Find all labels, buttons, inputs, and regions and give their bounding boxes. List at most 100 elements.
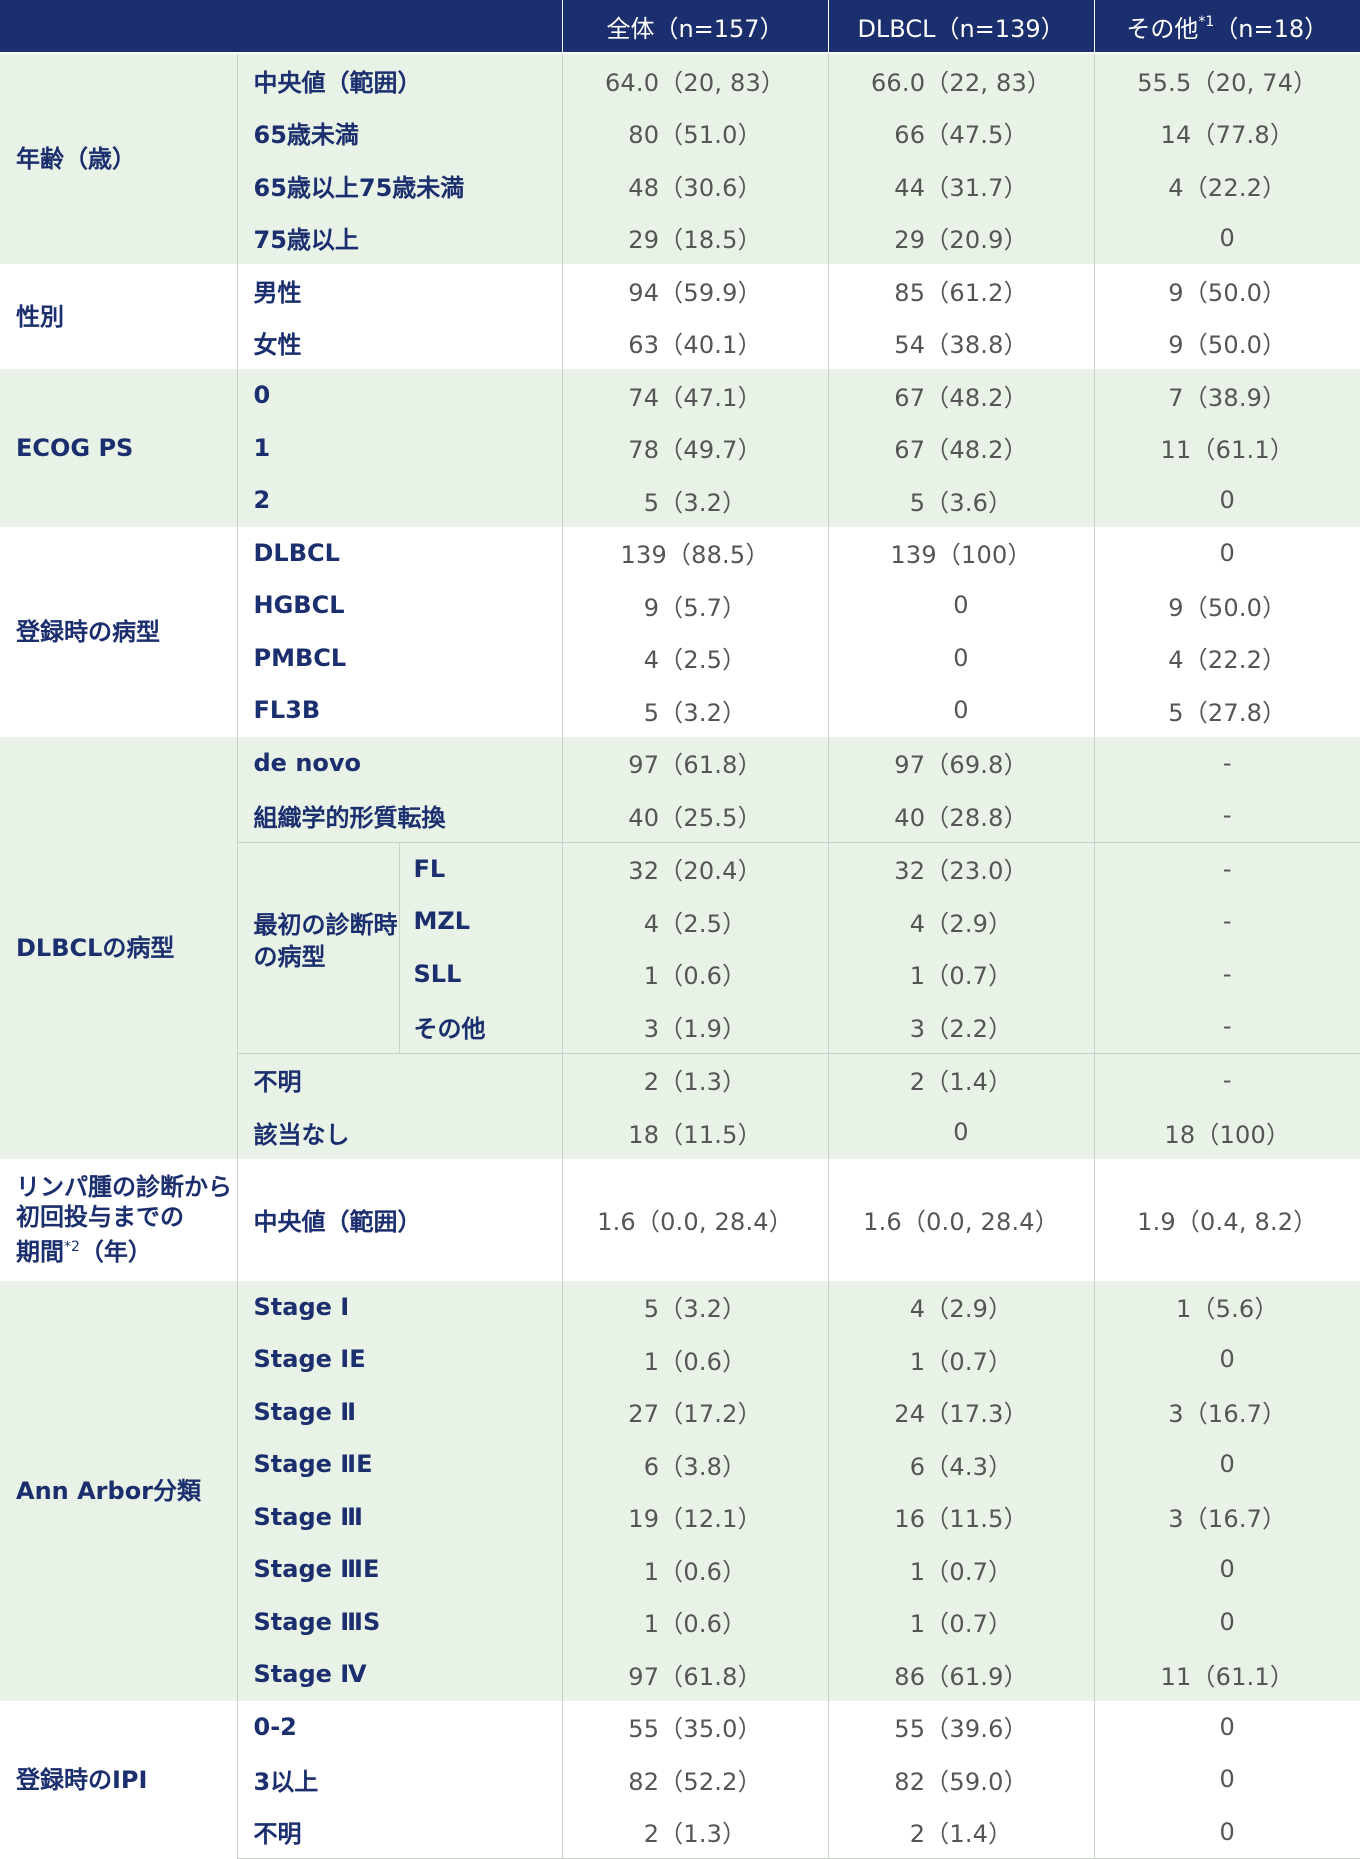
value-dlbcl: 2（1.4） [827,1052,1095,1106]
category-age: 年齢（歳） [0,53,237,264]
value-all: 74（47.1） [561,369,829,422]
value-dlbcl: 0 [827,1106,1095,1159]
row-label: Stage ⅠE [236,1333,563,1386]
row-label: 不明 [236,1052,563,1106]
row-label: その他 [398,1000,563,1053]
value-all: 27（17.2） [561,1385,829,1438]
row-label: 3以上 [236,1753,563,1806]
value-all: 55（35.0） [561,1700,829,1753]
row-label: 中央値（範囲） [236,53,563,107]
value-all: 97（61.8） [561,736,829,789]
row-label: Stage Ⅱ [236,1385,563,1438]
value-other: 11（61.1） [1093,1648,1360,1701]
value-all: 80（51.0） [561,106,829,159]
value-all: 9（5.7） [561,579,829,632]
value-dlbcl: 4（2.9） [827,895,1095,948]
row-label: Stage Ⅳ [236,1648,563,1701]
value-dlbcl: 0 [827,579,1095,632]
value-dlbcl: 66（47.5） [827,106,1095,159]
value-all: 97（61.8） [561,1648,829,1701]
row-label: PMBCL [236,631,563,684]
row-label: 中央値（範囲） [236,1158,563,1281]
row-label: MZL [398,895,563,948]
row-label: SLL [398,947,563,1000]
footnote-mark-2: *2 [64,1239,80,1255]
row-label: FL [398,841,563,895]
value-all: 63（40.1） [561,316,829,369]
value-other: 0 [1093,1543,1360,1596]
value-dlbcl: 2（1.4） [827,1805,1095,1859]
value-dlbcl: 67（48.2） [827,369,1095,422]
value-all: 5（3.2） [561,474,829,527]
value-dlbcl: 6（4.3） [827,1438,1095,1491]
row-label: 0-2 [236,1700,563,1753]
interval-label-line3-suffix: （年） [79,1238,152,1266]
value-dlbcl: 1（0.7） [827,1595,1095,1648]
category-histology: 登録時の病型 [0,526,237,737]
value-other: 9（50.0） [1093,264,1360,317]
value-other: 55.5（20, 74） [1093,53,1360,107]
row-label: de novo [236,736,563,789]
row-label: 65歳以上75歳未満 [236,159,563,212]
row-label: Stage Ⅰ [236,1280,563,1333]
table-row: 年齢（歳） 中央値（範囲） 64.0（20, 83） 66.0（22, 83） … [0,53,1360,264]
value-other: 0 [1093,1438,1360,1491]
value-other: - [1093,736,1360,789]
row-label: HGBCL [236,579,563,632]
value-all: 40（25.5） [561,789,829,842]
value-other: - [1093,841,1360,895]
row-label: Stage ⅢE [236,1543,563,1596]
row-label: 該当なし [236,1106,563,1159]
value-other: - [1093,1052,1360,1106]
value-other: 3（16.7） [1093,1385,1360,1438]
value-other: 0 [1093,1333,1360,1386]
row-label: 1 [236,421,563,474]
value-all: 1（0.6） [561,1595,829,1648]
value-other: 14（77.8） [1093,106,1360,159]
value-all: 1（0.6） [561,1333,829,1386]
category-sex: 性別 [0,264,237,369]
value-dlbcl: 97（69.8） [827,736,1095,789]
value-dlbcl: 5（3.6） [827,474,1095,527]
value-other: 4（22.2） [1093,631,1360,684]
value-all: 94（59.9） [561,264,829,317]
value-other: 1.9（0.4, 8.2） [1093,1158,1360,1281]
value-other: 7（38.9） [1093,369,1360,422]
value-dlbcl: 1（0.7） [827,947,1095,1000]
value-other: 9（50.0） [1093,579,1360,632]
value-all: 4（2.5） [561,895,829,948]
row-label: Stage ⅡE [236,1438,563,1491]
category-interval: リンパ腫の診断から 初回投与までの 期間*2（年） [0,1158,237,1281]
value-other: 0 [1093,1753,1360,1806]
value-other: 0 [1093,474,1360,527]
value-other: 18（100） [1093,1106,1360,1159]
value-dlbcl: 40（28.8） [827,789,1095,842]
value-dlbcl: 139（100） [827,526,1095,579]
value-dlbcl: 82（59.0） [827,1753,1095,1806]
category-ipi: 登録時のIPI [0,1700,237,1859]
value-other: 9（50.0） [1093,316,1360,369]
value-dlbcl: 1（0.7） [827,1333,1095,1386]
row-label: 女性 [236,316,563,369]
table-row: Ann Arbor分類 Stage Ⅰ 5（3.2） 4（2.9） 1（5.6） [0,1280,1360,1701]
value-dlbcl: 66.0（22, 83） [827,53,1095,107]
value-all: 1.6（0.0, 28.4） [561,1158,829,1281]
row-label: FL3B [236,684,563,737]
value-all: 78（49.7） [561,421,829,474]
category-ecog: ECOG PS [0,369,237,527]
header-blank-cell [0,0,563,54]
value-dlbcl: 32（23.0） [827,841,1095,895]
header-row: 全体（n=157） DLBCL（n=139） その他*1（n=18） [0,0,1360,54]
value-all: 5（3.2） [561,1280,829,1333]
interval-label-line2: 初回投与までの [16,1203,184,1231]
value-dlbcl: 0 [827,631,1095,684]
header-all: 全体（n=157） [561,0,829,54]
value-all: 3（1.9） [561,1000,829,1053]
value-dlbcl: 67（48.2） [827,421,1095,474]
value-other: 0 [1093,1595,1360,1648]
value-all: 1（0.6） [561,947,829,1000]
value-other: - [1093,1000,1360,1053]
interval-label-line3-prefix: 期間 [16,1238,64,1266]
value-dlbcl: 85（61.2） [827,264,1095,317]
value-other: 3（16.7） [1093,1490,1360,1543]
